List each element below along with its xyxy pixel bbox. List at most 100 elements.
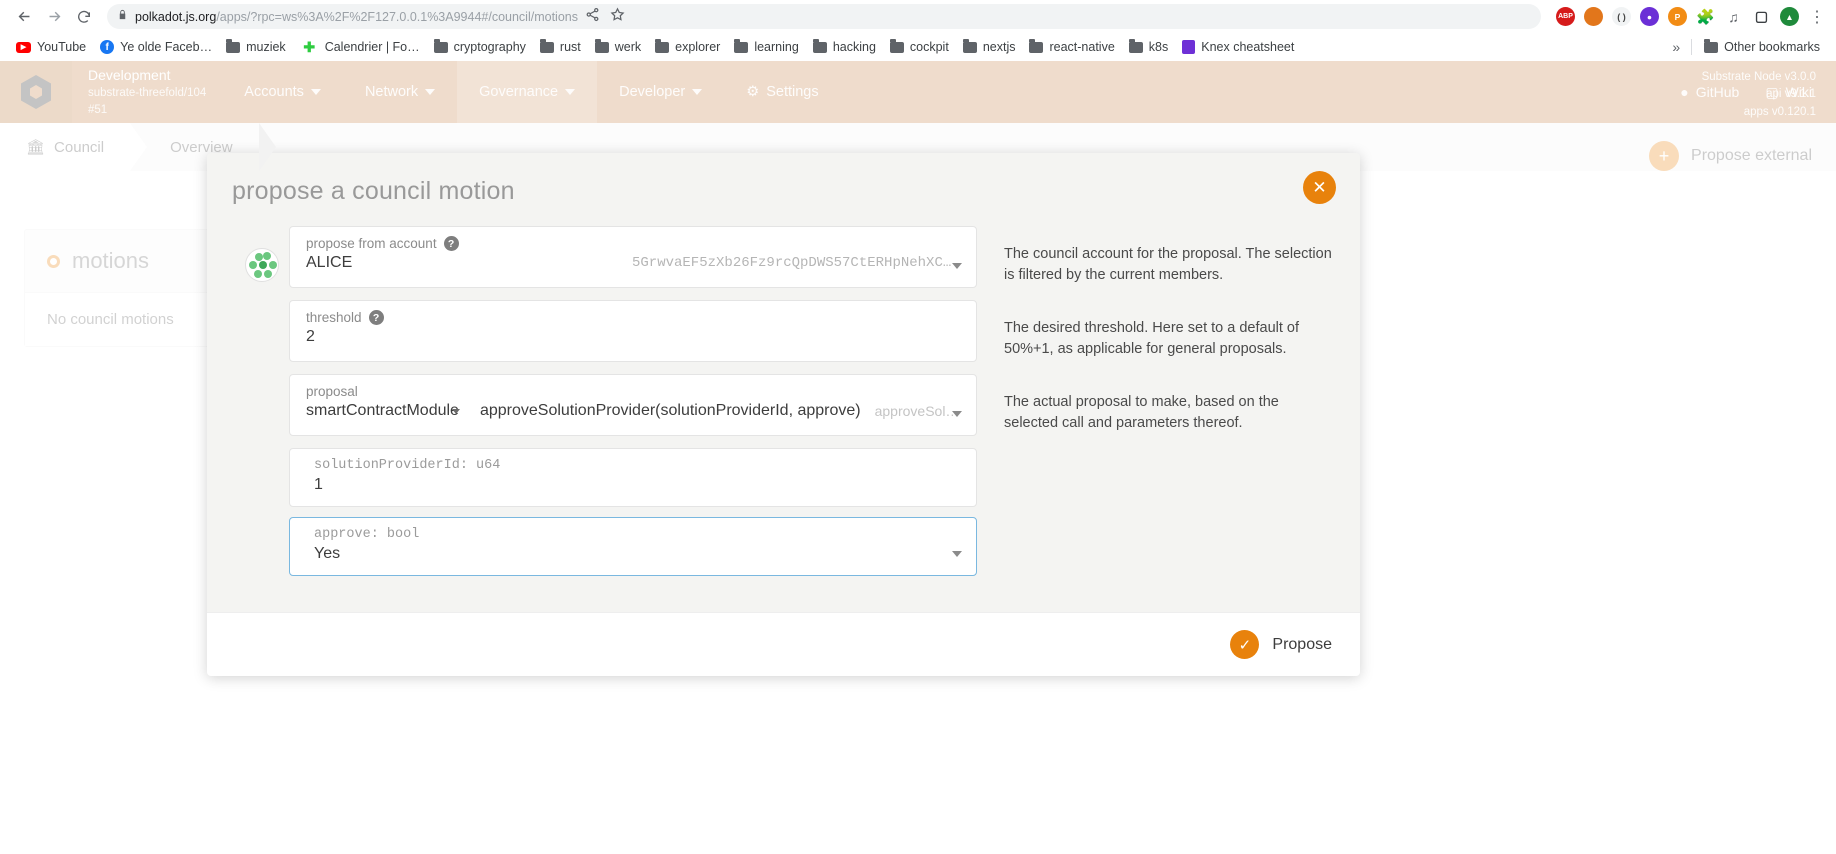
facebook-icon: f (100, 40, 114, 54)
account-value-row: ALICE 5GrwvaEF5zXb26Fz9rcQpDWS57CtERHpNe… (306, 254, 962, 272)
help-icon[interactable]: ? (369, 310, 384, 325)
reload-icon[interactable] (70, 3, 98, 31)
account-name: ALICE (306, 254, 352, 272)
chevron-down-icon[interactable] (952, 263, 962, 269)
folder-icon (434, 42, 448, 53)
threshold-value: 2 (306, 328, 962, 346)
url-path: /apps/?rpc=ws%3A%2F%2F127.0.0.1%3A9944#/… (216, 10, 578, 24)
folder-icon (1029, 42, 1043, 53)
field-threshold: threshold ? 2 The desired threshold. Her… (235, 300, 1332, 362)
bookmark-learning[interactable]: learning (728, 37, 804, 57)
divider (1691, 39, 1692, 55)
bookmarks-overflow-icon[interactable]: » (1667, 36, 1685, 58)
bookmark-cockpit[interactable]: cockpit (884, 37, 955, 57)
folder-icon (813, 42, 827, 53)
purple-wallet-icon[interactable]: ● (1640, 7, 1659, 26)
proposal-module[interactable]: smartContractModule (306, 402, 459, 420)
bookmark-hacking[interactable]: hacking (807, 37, 882, 57)
avatar (235, 226, 289, 288)
bookmark-werk[interactable]: werk (589, 37, 647, 57)
param-solution-provider-id: solutionProviderId: u64 1 (235, 448, 1332, 517)
bookmark-rust[interactable]: rust (534, 37, 587, 57)
propose-council-motion-modal: propose a council motion ✕ (207, 153, 1360, 676)
playlist-icon[interactable]: ♫ (1724, 7, 1743, 26)
youtube-icon: ▶ (16, 42, 31, 53)
metamask-icon[interactable] (1584, 7, 1603, 26)
folder-icon (1704, 42, 1718, 53)
bookmark-label: hacking (833, 40, 876, 54)
proposal-select[interactable]: proposal smartContractModule approveSolu… (289, 374, 977, 436)
bookmarks-bar: ▶ YouTube f Ye olde Faceb… muziek ✚ Cale… (0, 33, 1836, 61)
bookmark-calendrier[interactable]: ✚ Calendrier | Fo… (294, 35, 426, 60)
three-dot-menu-icon[interactable]: ⋮ (1808, 3, 1826, 31)
polkadot-extension-icon[interactable]: P (1668, 7, 1687, 26)
folder-icon (734, 42, 748, 53)
folder-icon (963, 42, 977, 53)
threshold-help-text: The desired threshold. Here set to a def… (977, 300, 1332, 360)
folder-icon (595, 42, 609, 53)
param-input-solution-provider-id[interactable]: solutionProviderId: u64 1 (289, 448, 977, 507)
proposal-value-row: smartContractModule approveSolutionProvi… (306, 402, 962, 420)
close-icon[interactable]: ✕ (1303, 171, 1336, 204)
param-approve: approve: bool Yes (235, 517, 1332, 586)
propose-button[interactable]: ✓ Propose (1230, 630, 1332, 659)
identicon (245, 248, 279, 282)
propose-button-label: Propose (1272, 636, 1332, 654)
bookmark-label: nextjs (983, 40, 1016, 54)
url-domain: polkadot.js.org (135, 10, 216, 24)
calendar-icon: ✚ (300, 38, 319, 57)
spacer (235, 448, 289, 517)
bookmark-label: Ye olde Faceb… (120, 40, 212, 54)
forward-arrow-icon[interactable] (40, 3, 68, 31)
share-icon[interactable] (585, 7, 600, 27)
puzzle-extensions-icon[interactable]: 🧩 (1696, 7, 1715, 26)
bookmark-label: YouTube (37, 40, 86, 54)
bookmark-react-native[interactable]: react-native (1023, 37, 1120, 57)
chevron-down-icon[interactable] (452, 409, 460, 414)
bookmark-label: werk (615, 40, 641, 54)
param-value: 1 (314, 476, 962, 494)
account-help-text: The council account for the proposal. Th… (977, 226, 1332, 286)
knex-icon (1182, 40, 1195, 54)
bookmark-label: muziek (246, 40, 286, 54)
page-content: Development substrate-threefold/104 #51 … (0, 61, 1836, 854)
lock-icon (117, 8, 128, 26)
back-arrow-icon[interactable] (10, 3, 38, 31)
account-select[interactable]: propose from account ? ALICE 5GrwvaEF5zX… (289, 226, 977, 288)
other-bookmarks-folder[interactable]: Other bookmarks (1698, 37, 1826, 57)
other-bookmarks-label: Other bookmarks (1724, 40, 1820, 54)
bookmark-label: learning (754, 40, 798, 54)
bookmark-label: cryptography (454, 40, 526, 54)
bookmark-label: k8s (1149, 40, 1168, 54)
threshold-input[interactable]: threshold ? 2 (289, 300, 977, 362)
chevron-down-icon[interactable] (952, 411, 962, 417)
bookmark-knex-cheatsheet[interactable]: Knex cheatsheet (1176, 37, 1300, 57)
modal-footer: ✓ Propose (207, 612, 1360, 676)
address-bar[interactable]: polkadot.js.org/apps/?rpc=ws%3A%2F%2F127… (107, 4, 1541, 29)
bookmark-explorer[interactable]: explorer (649, 37, 726, 57)
spacer (235, 374, 289, 436)
bracket-extension-icon[interactable]: ( ) (1612, 7, 1631, 26)
star-icon[interactable] (610, 7, 625, 27)
threshold-label: threshold ? (306, 310, 962, 325)
proposal-label: proposal (306, 384, 962, 399)
adblock-plus-icon[interactable]: ABP (1556, 7, 1575, 26)
bookmark-youtube[interactable]: ▶ YouTube (10, 37, 92, 57)
bookmark-label: cockpit (910, 40, 949, 54)
chevron-down-icon[interactable] (952, 551, 962, 557)
side-panel-icon[interactable]: ▢ (1752, 7, 1771, 26)
field-account: propose from account ? ALICE 5GrwvaEF5zX… (235, 226, 1332, 288)
param-input-approve[interactable]: approve: bool Yes (289, 517, 977, 576)
help-icon[interactable]: ? (444, 236, 459, 251)
folder-icon (226, 42, 240, 53)
proposal-help-text: The actual proposal to make, based on th… (977, 374, 1332, 434)
account-label: propose from account ? (306, 236, 962, 251)
profile-avatar[interactable]: ▲ (1780, 7, 1799, 26)
bookmark-nextjs[interactable]: nextjs (957, 37, 1022, 57)
bookmark-facebook[interactable]: f Ye olde Faceb… (94, 37, 218, 57)
bookmark-k8s[interactable]: k8s (1123, 37, 1174, 57)
bookmark-muziek[interactable]: muziek (220, 37, 292, 57)
url-text: polkadot.js.org/apps/?rpc=ws%3A%2F%2F127… (135, 10, 578, 24)
bookmark-cryptography[interactable]: cryptography (428, 37, 532, 57)
proposal-method[interactable]: approveSolutionProvider(solutionProvider… (480, 402, 861, 420)
